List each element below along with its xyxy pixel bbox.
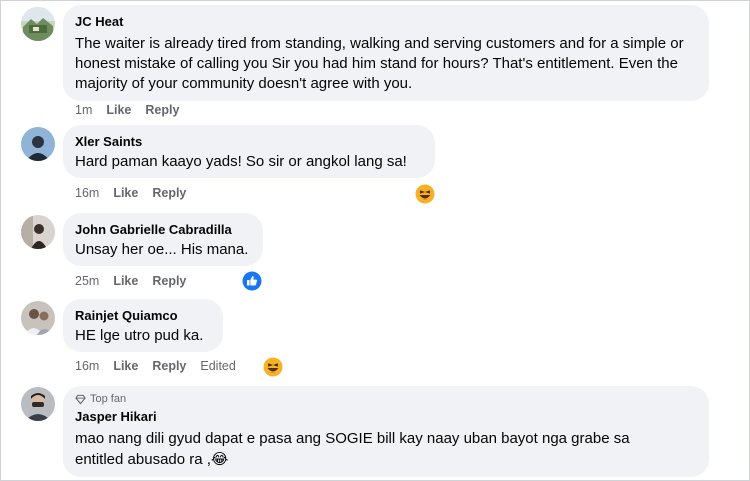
diamond-icon — [75, 394, 86, 404]
top-fan-badge[interactable]: Top fan — [75, 392, 697, 406]
comment-text: HE lge utro pud ka. — [75, 327, 204, 344]
commenter-name[interactable]: John Gabrielle Cabradilla — [75, 221, 251, 238]
comment-bubble: Xler Saints Hard paman kaayo yads! So si… — [63, 125, 435, 178]
avatar[interactable] — [21, 127, 55, 161]
comment-timestamp[interactable]: 25m — [75, 274, 99, 288]
comments-panel: JC Heat The waiter is already tired from… — [0, 0, 750, 481]
commenter-name[interactable]: Xler Saints — [75, 133, 423, 150]
avatar[interactable] — [21, 215, 55, 249]
haha-reaction-icon[interactable] — [415, 184, 435, 204]
like-button[interactable]: Like — [113, 359, 138, 373]
comment-text-line: entitled abusado ra ,😂 — [75, 451, 229, 468]
comment-actions: 25m Like Reply — [75, 274, 186, 288]
commenter-name[interactable]: Jasper Hikari — [75, 408, 697, 425]
comment-bubble: JC Heat The waiter is already tired from… — [63, 5, 709, 101]
comment-bubble: Top fan Jasper Hikari mao nang dili gyud… — [63, 386, 709, 477]
comment-timestamp[interactable]: 16m — [75, 186, 99, 200]
edited-label[interactable]: Edited — [200, 359, 235, 373]
comment-text: Unsay her oe... His mana. — [75, 241, 249, 258]
comment-actions: 16m Like Reply Edited — [75, 359, 236, 373]
reply-button[interactable]: Reply — [145, 103, 179, 117]
avatar[interactable] — [21, 387, 55, 421]
comment-timestamp[interactable]: 1m — [75, 103, 92, 117]
avatar[interactable] — [21, 7, 55, 41]
like-button[interactable]: Like — [113, 274, 138, 288]
commenter-name[interactable]: JC Heat — [75, 13, 697, 30]
comment-actions: 16m Like Reply — [75, 186, 186, 200]
like-button[interactable]: Like — [113, 186, 138, 200]
avatar-image-icon — [21, 127, 55, 161]
avatar[interactable] — [21, 301, 55, 335]
commenter-name[interactable]: Rainjet Quiamco — [75, 307, 211, 324]
top-fan-label: Top fan — [90, 393, 127, 405]
reply-button[interactable]: Reply — [152, 186, 186, 200]
like-button[interactable]: Like — [106, 103, 131, 117]
reply-button[interactable]: Reply — [152, 359, 186, 373]
haha-reaction-icon[interactable] — [263, 357, 283, 377]
avatar-image-icon — [21, 301, 55, 335]
comment-bubble: John Gabrielle Cabradilla Unsay her oe..… — [63, 213, 263, 266]
reply-button[interactable]: Reply — [152, 274, 186, 288]
comment-text: The waiter is already tired from standin… — [75, 35, 684, 92]
like-reaction-icon[interactable] — [242, 271, 262, 291]
avatar-image-icon — [21, 215, 55, 249]
comment-text-line: mao nang dili gyud dapat e pasa ang SOGI… — [75, 430, 630, 447]
comment-timestamp[interactable]: 16m — [75, 359, 99, 373]
avatar-image-icon — [21, 7, 55, 41]
comment-bubble: Rainjet Quiamco HE lge utro pud ka. — [63, 299, 223, 352]
avatar-image-icon — [21, 387, 55, 421]
comment-text: Hard paman kaayo yads! So sir or angkol … — [75, 153, 407, 170]
comment-actions: 1m Like Reply — [75, 103, 179, 117]
